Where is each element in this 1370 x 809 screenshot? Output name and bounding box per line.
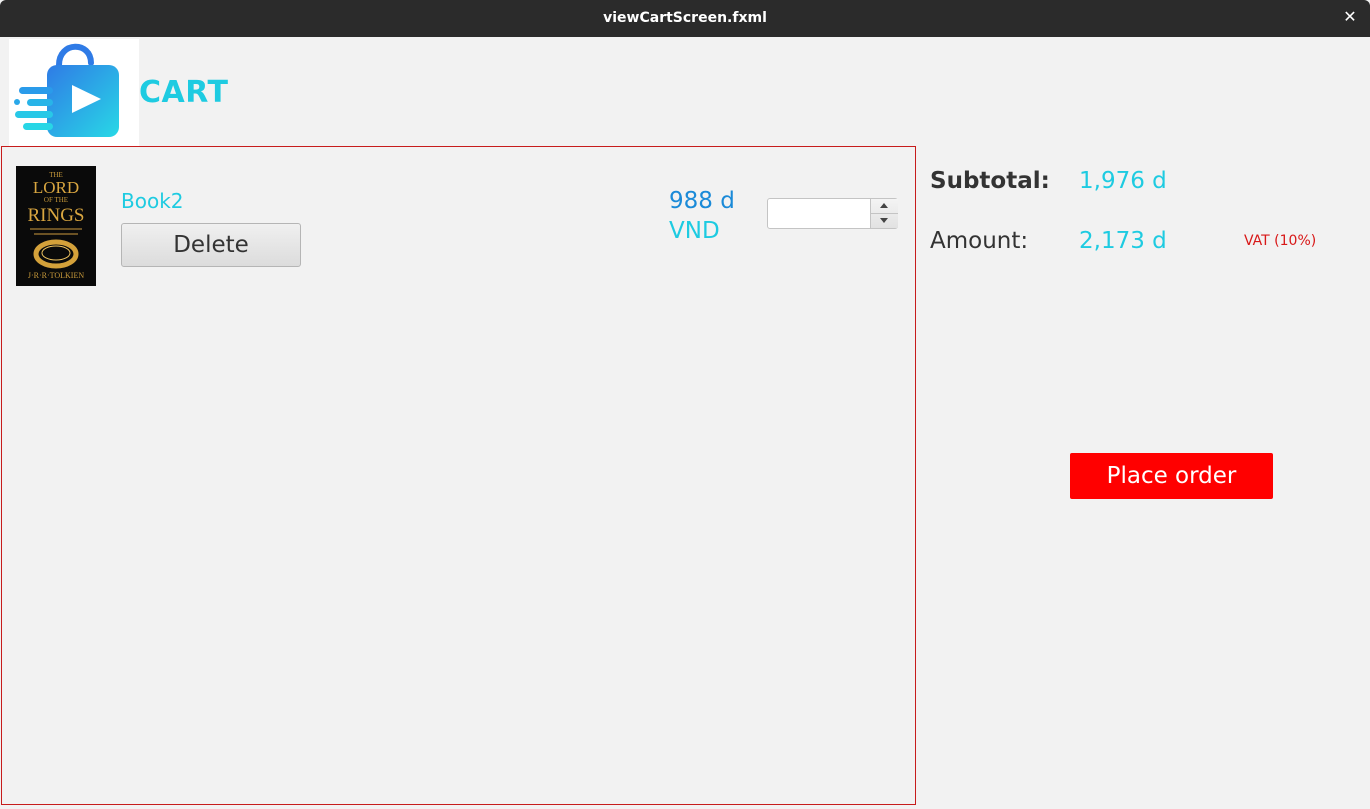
quantity-input[interactable]	[770, 201, 872, 226]
decrement-button[interactable]	[871, 214, 898, 228]
cart-item-row: THE LORD OF THE RINGS J·R·R·TOLKIEN Book…	[2, 147, 915, 297]
place-order-button[interactable]: Place order	[1070, 453, 1273, 499]
cart-items-pane[interactable]: THE LORD OF THE RINGS J·R·R·TOLKIEN Book…	[1, 146, 916, 805]
cover-line2-text: LORD	[33, 178, 79, 197]
subtotal-label: Subtotal:	[930, 168, 1050, 194]
amount-value: 2,173 d	[1079, 228, 1167, 254]
increment-button[interactable]	[871, 199, 898, 214]
page-title: CART	[139, 75, 229, 110]
window-titlebar: viewCartScreen.fxml ✕	[0, 0, 1370, 37]
shopping-bag-logo-icon	[9, 39, 139, 147]
cover-line3-text: OF THE	[44, 196, 68, 204]
spinner-buttons	[870, 199, 898, 228]
window-title: viewCartScreen.fxml	[603, 10, 767, 26]
item-currency: VND	[669, 218, 720, 244]
delete-button[interactable]: Delete	[121, 223, 301, 267]
chevron-up-icon	[880, 203, 888, 208]
book-cover-image: THE LORD OF THE RINGS J·R·R·TOLKIEN	[16, 166, 96, 286]
close-icon[interactable]: ✕	[1342, 9, 1358, 25]
amount-label: Amount:	[930, 228, 1029, 254]
item-title: Book2	[121, 189, 184, 213]
item-price: 988 d	[669, 188, 735, 214]
subtotal-value: 1,976 d	[1079, 168, 1167, 194]
vat-note: VAT (10%)	[1244, 233, 1317, 249]
quantity-spinner[interactable]	[767, 198, 898, 229]
cart-window: CART THE LORD OF THE RINGS J·R·R·TOLKIEN…	[1, 37, 1368, 809]
cover-author-text: J·R·R·TOLKIEN	[28, 271, 85, 280]
cover-line4-text: RINGS	[27, 205, 84, 226]
chevron-down-icon	[880, 218, 888, 223]
